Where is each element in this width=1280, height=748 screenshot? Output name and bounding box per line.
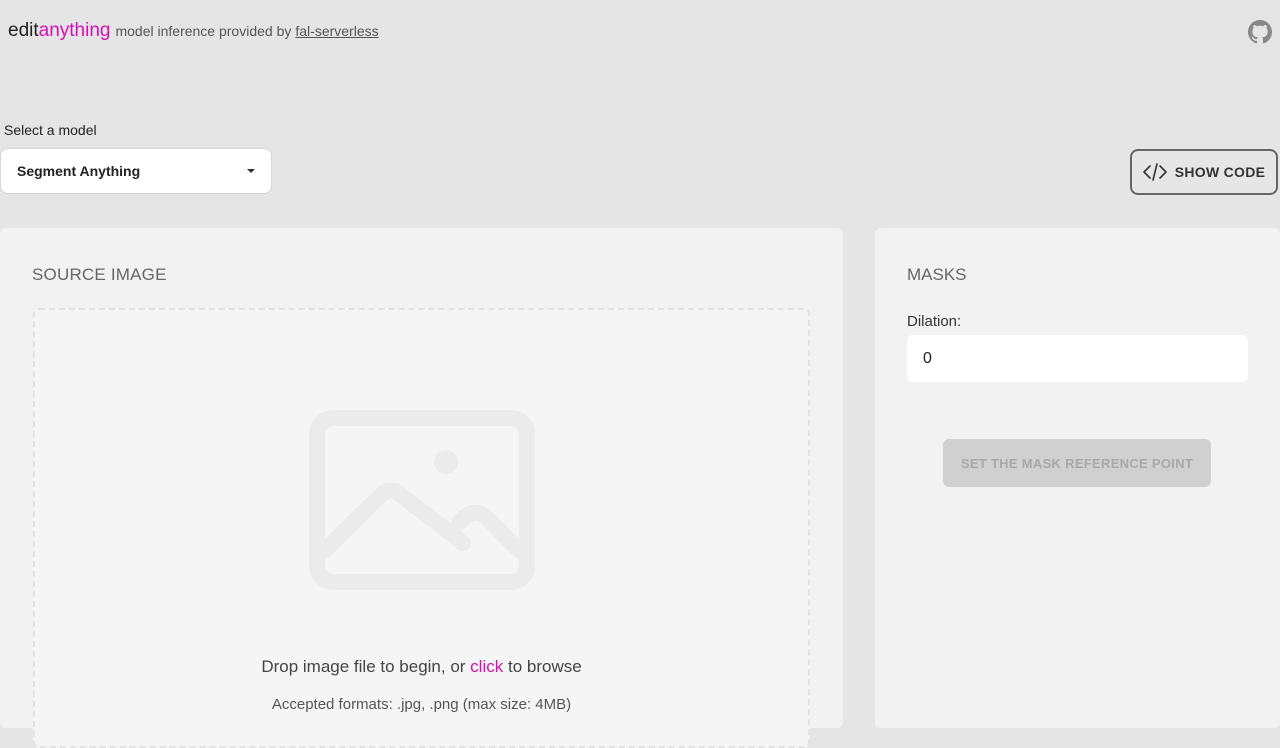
dilation-label: Dilation: <box>907 313 962 330</box>
dilation-input[interactable] <box>907 335 1248 382</box>
accepted-formats: Accepted formats: .jpg, .png (max size: … <box>271 696 572 713</box>
masks-title: MASKS <box>907 265 967 284</box>
model-select[interactable]: Segment Anything <box>0 148 272 194</box>
chevron-down-icon <box>247 169 255 173</box>
browse-link[interactable]: click <box>470 657 503 676</box>
logo-edit: edit <box>8 20 39 41</box>
header-subtitle: model inference provided by <box>115 23 292 39</box>
drop-instructions: Drop image file to begin, or click to br… <box>35 657 808 677</box>
model-select-value: Segment Anything <box>17 163 141 179</box>
set-mask-reference-point-button[interactable]: SET THE MASK REFERENCE POINT <box>943 439 1211 487</box>
drop-suffix: to browse <box>507 657 582 676</box>
drop-prefix: Drop image file to begin, or <box>261 657 466 676</box>
select-model-label: Select a model <box>4 122 97 138</box>
show-code-label: SHOW CODE <box>1174 164 1266 180</box>
logo-anything: anything <box>38 20 111 41</box>
app-header: edit anything model inference provided b… <box>8 20 379 46</box>
fal-serverless-link[interactable]: fal-serverless <box>295 23 378 39</box>
code-icon <box>1142 163 1167 181</box>
show-code-button[interactable]: SHOW CODE <box>1130 149 1278 195</box>
image-dropzone[interactable]: Drop image file to begin, or click to br… <box>33 308 810 748</box>
source-image-title: SOURCE IMAGE <box>32 265 167 284</box>
image-placeholder-icon <box>309 410 535 590</box>
masks-panel: MASKS Dilation: SET THE MASK REFERENCE P… <box>875 228 1280 728</box>
github-icon[interactable] <box>1248 20 1272 44</box>
source-image-panel: SOURCE IMAGE Drop image file to begin, o… <box>0 228 843 748</box>
